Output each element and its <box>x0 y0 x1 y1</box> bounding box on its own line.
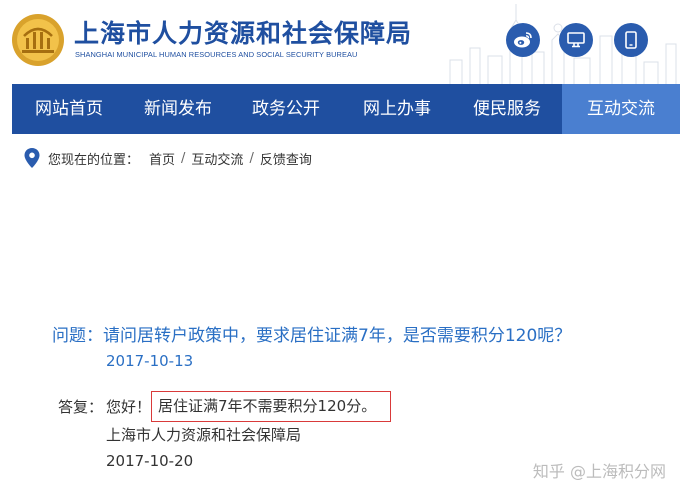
answer-greeting: 您好！ <box>106 398 152 416</box>
site-header: 上海市人力资源和社会保障局 SHANGHAI MUNICIPAL HUMAN R… <box>0 0 680 84</box>
weibo-icon <box>514 32 532 48</box>
nav-item-government-affairs[interactable]: 政务公开 <box>230 84 342 134</box>
answer-text: 您好！ 居住证满7年不需要积分120分。 <box>106 391 392 422</box>
question-text: 问题：请问居转户政策中，要求居住证满7年，是否需要积分120呢？ <box>52 326 572 346</box>
zhihu-watermark: 知乎 @上海积分网 <box>532 462 666 481</box>
bureau-logo[interactable] <box>10 12 66 68</box>
breadcrumb-separator: / <box>181 150 186 166</box>
question-date: 2017-10-13 <box>106 352 194 370</box>
breadcrumb-label: 您现在的位置： <box>48 152 140 168</box>
answer-label: 答复： <box>58 398 104 416</box>
answer-organization: 上海市人力资源和社会保障局 <box>106 426 302 444</box>
breadcrumb-feedback-query[interactable]: 反馈查询 <box>260 149 312 168</box>
breadcrumb-home[interactable]: 首页 <box>149 149 175 168</box>
desktop-icon <box>567 32 585 48</box>
breadcrumb: 您现在的位置： 首页 / 互动交流 / 反馈查询 <box>24 148 312 168</box>
nav-item-online-services[interactable]: 网上办事 <box>342 84 452 134</box>
nav-item-news[interactable]: 新闻发布 <box>126 84 230 134</box>
site-title[interactable]: 上海市人力资源和社会保障局 <box>74 14 412 50</box>
answer-highlight-box: 居住证满7年不需要积分120分。 <box>151 391 392 422</box>
answer-date: 2017-10-20 <box>106 452 194 470</box>
mobile-button[interactable] <box>614 23 648 57</box>
site-subtitle: SHANGHAI MUNICIPAL HUMAN RESOURCES AND S… <box>75 50 358 59</box>
location-pin-icon <box>24 148 40 168</box>
breadcrumb-interaction[interactable]: 互动交流 <box>191 149 243 168</box>
weibo-button[interactable] <box>506 23 540 57</box>
nav-item-home[interactable]: 网站首页 <box>12 84 126 134</box>
breadcrumb-separator: / <box>249 150 254 166</box>
desktop-button[interactable] <box>559 23 593 57</box>
nav-item-public-services[interactable]: 便民服务 <box>452 84 562 134</box>
nav-item-interaction[interactable]: 互动交流 <box>562 84 680 134</box>
main-nav: 网站首页 新闻发布 政务公开 网上办事 便民服务 互动交流 <box>12 84 680 134</box>
mobile-icon <box>625 31 637 49</box>
